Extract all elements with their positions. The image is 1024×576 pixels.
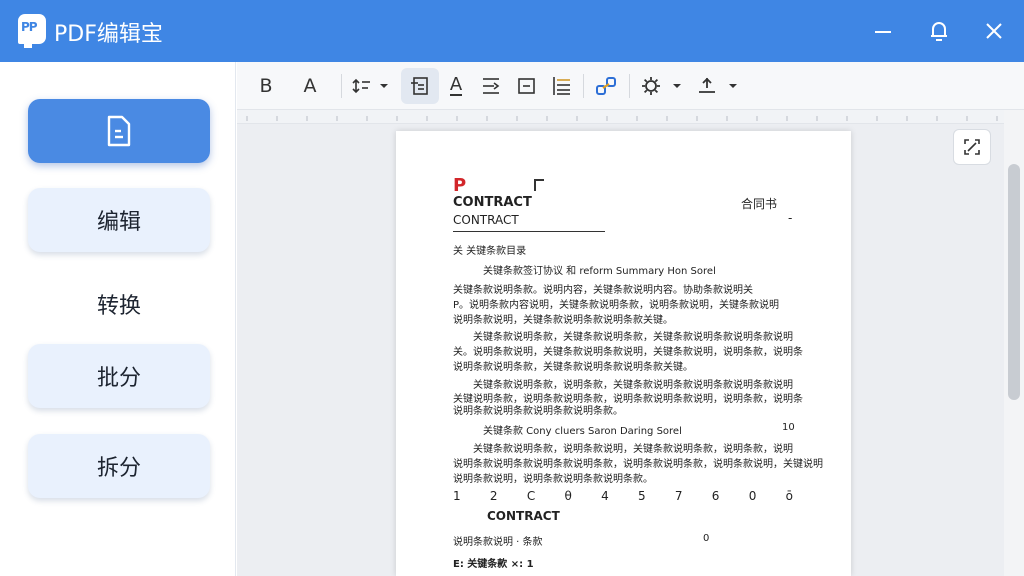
text-box-button[interactable] — [401, 68, 439, 104]
number-cell: ō — [785, 489, 793, 503]
app-title: PDF编辑宝 — [54, 22, 163, 47]
document-icon — [107, 115, 131, 147]
link-button[interactable] — [591, 68, 621, 104]
footer-line[interactable]: 说明条款说明 · 条款 — [453, 533, 543, 548]
number-cell: 5 — [637, 489, 646, 503]
indent-icon — [518, 78, 535, 94]
heading-rule — [453, 231, 605, 232]
line-spacing-dropdown[interactable] — [349, 68, 393, 104]
document-tag[interactable]: 合同书 — [741, 195, 777, 212]
toolbar-separator — [341, 74, 342, 98]
link-icon — [596, 77, 616, 95]
footer-line[interactable]: E: 关键条款 ×: 1 — [453, 555, 534, 570]
app-logo-tail — [24, 42, 32, 48]
sidebar-item-edit[interactable]: 编辑 — [28, 188, 210, 252]
footer-value: 0 — [703, 533, 710, 544]
document-heading[interactable]: CONTRACT — [453, 195, 532, 210]
text-line[interactable]: 关键条款说明条款，说明条款说明，关键条款说明条款，说明条款，说明 — [473, 440, 793, 455]
text-line[interactable]: 关键条款签订协议 和 reform Summary Hon Sorel — [483, 262, 716, 277]
text-label: A — [303, 75, 317, 97]
text-line[interactable]: 关键条款说明条款。说明内容，关键条款说明内容。协助条款说明关 — [453, 281, 753, 296]
text-line[interactable]: 关。说明条款说明，关键条款说明条款说明，关键条款说明，说明条款，说明条 — [453, 343, 803, 358]
notification-button[interactable] — [922, 14, 956, 48]
vertical-scrollbar[interactable] — [1004, 110, 1024, 576]
sidebar-item-document[interactable] — [28, 99, 210, 163]
sidebar-item-split[interactable]: 拆分 — [28, 434, 210, 498]
toolbar: B A A — [237, 62, 1024, 110]
gear-icon — [642, 77, 681, 95]
list-button[interactable] — [547, 68, 577, 104]
number-cell: 6 — [711, 489, 720, 503]
toolbar-separator — [583, 74, 584, 98]
sidebar-item-batch[interactable]: 批分 — [28, 344, 210, 408]
text-line[interactable]: 关 关键条款目录 — [453, 242, 526, 257]
text-line[interactable]: 关键条款说明条款，关键条款说明条款，关键条款说明条款说明条款说明 — [473, 328, 793, 343]
bell-icon — [931, 22, 947, 41]
number-row: 1 2 C θ 4 5 7 6 0 ō — [453, 489, 793, 503]
toolbar-separator — [629, 74, 630, 98]
close-button[interactable] — [977, 14, 1011, 48]
fit-page-button[interactable] — [953, 129, 991, 165]
minimize-button[interactable] — [866, 14, 900, 48]
text-line[interactable]: P。说明条款内容说明，关键条款说明条款，说明条款说明，关键条款说明 — [453, 296, 779, 311]
document-dash: - — [788, 211, 793, 225]
bold-button[interactable]: B — [251, 68, 281, 104]
bold-label: B — [259, 75, 273, 97]
p-mark: P — [453, 175, 467, 196]
crop-corner-icon — [534, 179, 544, 191]
scrollbar-thumb[interactable] — [1008, 164, 1020, 400]
text-line[interactable]: 关键条款说明条款，说明条款，关键条款说明条款说明条款说明条款说明 — [473, 376, 793, 391]
app-logo: PP — [18, 14, 46, 48]
number-cell: 0 — [748, 489, 757, 503]
font-color-label: A — [449, 74, 463, 96]
title-bar: PP PDF编辑宝 — [0, 0, 1024, 62]
sidebar: 编辑 转换 批分 拆分 — [0, 62, 236, 576]
fit-page-icon — [964, 139, 980, 155]
align-icon — [483, 78, 500, 94]
line-spacing-icon — [352, 78, 388, 94]
sidebar-item-convert[interactable]: 转换 — [28, 284, 210, 324]
text-line[interactable]: 说明条款说明条款说明条款说明条款，说明条款说明条款，说明条款说明，关键说明 — [453, 455, 823, 470]
align-button[interactable] — [477, 68, 505, 104]
text-line[interactable]: 说明条款说明条款，关键条款说明条款说明条款关键。 — [453, 358, 693, 373]
side-number: 10 — [782, 422, 795, 433]
number-cell: C — [526, 489, 536, 503]
text-button[interactable]: A — [295, 68, 325, 104]
ruler — [237, 110, 1004, 124]
document-subheading[interactable]: CONTRACT — [453, 213, 519, 227]
minimize-icon — [875, 31, 891, 33]
contract-label[interactable]: CONTRACT — [487, 509, 560, 523]
number-cell: 2 — [489, 489, 498, 503]
text-line[interactable]: 说明条款说明，说明条款说明条款说明条款。 — [453, 470, 653, 485]
number-cell: θ — [564, 489, 572, 503]
insert-dropdown[interactable] — [693, 68, 741, 104]
settings-dropdown[interactable] — [637, 68, 685, 104]
close-icon — [986, 23, 1002, 39]
list-icon — [553, 77, 570, 95]
indent-button[interactable] — [513, 68, 541, 104]
text-line[interactable]: 说明条款说明条款说明条款说明条款。 — [453, 402, 623, 417]
text-box-icon — [411, 77, 428, 95]
text-line[interactable]: 关键条款 Cony cluers Saron Daring Sorel — [483, 422, 682, 437]
number-cell: 1 — [453, 489, 461, 503]
insert-icon — [699, 77, 737, 93]
font-color-button[interactable]: A — [443, 68, 469, 104]
pdf-page[interactable]: P CONTRACT CONTRACT 合同书 - 关 关键条款目录 关键条款签… — [396, 131, 851, 576]
text-line[interactable]: 说明条款说明，关键条款说明条款说明条款关键。 — [453, 311, 673, 326]
number-cell: 4 — [601, 489, 609, 503]
ruler-ticks — [246, 116, 998, 121]
app-logo-text: PP — [21, 20, 38, 34]
number-cell: 7 — [674, 489, 683, 503]
